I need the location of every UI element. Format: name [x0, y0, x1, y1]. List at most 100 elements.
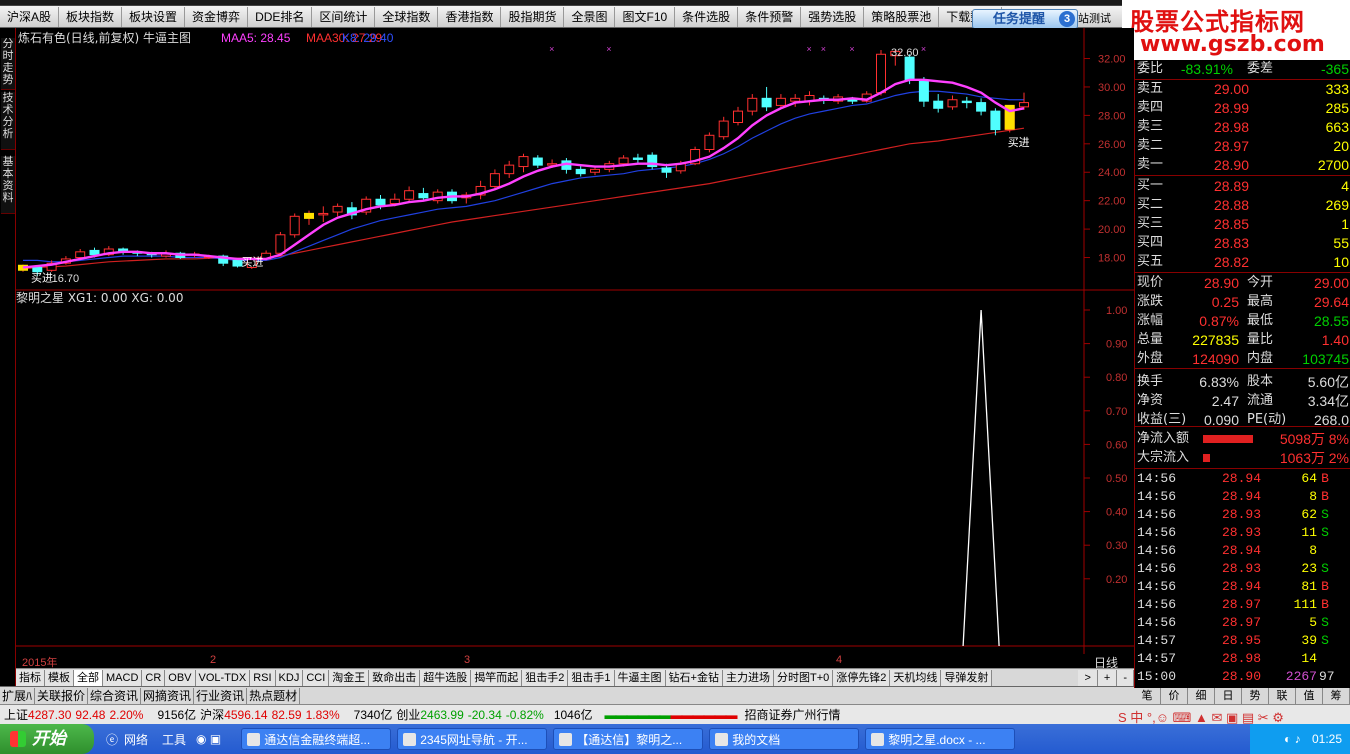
toolbar-item[interactable]: DDE排名 [248, 6, 313, 27]
taskbar-window[interactable]: 【通达信】黎明之... [553, 728, 704, 750]
quote-tab[interactable]: 日 [1215, 688, 1242, 704]
indicator-tab[interactable]: 天机均线 [890, 669, 942, 686]
info-tab[interactable]: 热点题材 [247, 687, 301, 704]
info-tab[interactable]: 关联报价 [35, 687, 89, 704]
indicator-tab[interactable]: CR [142, 669, 166, 686]
tab-control-button[interactable]: - [1117, 669, 1134, 686]
indicator-tab[interactable]: 致命出击 [369, 669, 421, 686]
indicator-tab[interactable]: 牛逼主图 [614, 669, 666, 686]
tray-icons[interactable]: ◐ ♪ [1284, 732, 1301, 746]
info-tab[interactable]: 综合资讯 [88, 687, 142, 704]
indicator-tab[interactable]: 狙击手1 [568, 669, 615, 686]
taskbar-window[interactable]: 我的文档 [709, 728, 860, 750]
quote-tab[interactable]: 联 [1269, 688, 1296, 704]
toolbar-overflow-item[interactable]: 站测试 [1078, 10, 1122, 28]
taskbar-window[interactable]: 通达信金融终端超... [241, 728, 392, 750]
bid-price[interactable]: 28.85 [1214, 215, 1249, 233]
toolbar-item[interactable]: 强势选股 [801, 6, 865, 27]
bid-price[interactable]: 28.89 [1214, 177, 1249, 195]
info-tab[interactable]: 扩展ﾊ [0, 687, 36, 704]
indicator-tab[interactable]: 导弹发射 [941, 669, 993, 686]
network-menu[interactable]: 网络 [124, 731, 148, 748]
broker-name: 招商证券广州行情 [744, 708, 841, 722]
stat-row: 涨幅 0.87% 最低 28.55 [1135, 312, 1350, 330]
bid-label: 买四 [1137, 235, 1164, 250]
tick-time: 14:56 [1137, 597, 1177, 612]
toolbar-item[interactable]: 全球指数 [375, 6, 439, 27]
toolbar-item[interactable]: 资金博弈 [185, 6, 249, 27]
taskbar-window[interactable]: 黎明之星.docx - ... [865, 728, 1016, 750]
flow-label: 净流入额 [1137, 431, 1190, 446]
indicator-tab[interactable]: 模板 [45, 669, 74, 686]
top-x-marker: × [821, 44, 826, 54]
tools-menu[interactable]: 工具 [162, 731, 186, 748]
toolbar-item[interactable]: 全景图 [564, 6, 616, 27]
toolbar-item[interactable]: 沪深A股 [0, 6, 60, 27]
indicator-tab[interactable]: OBV [165, 669, 196, 686]
indicator-tab[interactable]: 主力进场 [722, 669, 774, 686]
quote-tab[interactable]: 笔 [1134, 688, 1161, 704]
candle [647, 152, 658, 170]
info-tab[interactable]: 行业资讯 [194, 687, 248, 704]
toolbar-item[interactable]: 板块设置 [122, 6, 186, 27]
quote-panel: 委比 -83.91% 委差 -365 卖五 29.00 333 卖四 28.99 285 卖三 28.… [1134, 60, 1350, 688]
indicator-tab[interactable]: VOL-TDX [195, 669, 251, 686]
toolbar-item[interactable]: 条件预警 [738, 6, 802, 27]
ask-price[interactable]: 28.98 [1214, 118, 1249, 136]
stat-label-2: 最低 [1247, 313, 1274, 328]
indicator-tab[interactable]: 指标 [16, 669, 45, 686]
task-reminder-button[interactable]: 任务提醒 3 [972, 9, 1078, 29]
quote-tab[interactable]: 筹 [1323, 688, 1350, 704]
indicator-tab[interactable]: 揭竿而起 [471, 669, 523, 686]
toolbar-item[interactable]: 板块指数 [59, 6, 123, 27]
toolbar-item[interactable]: 策略股票池 [864, 6, 940, 27]
indicator-tab[interactable]: 狙击手2 [522, 669, 569, 686]
ask-price[interactable]: 28.90 [1214, 156, 1249, 174]
left-tab-2[interactable]: 基本资料 [1, 156, 15, 214]
top-x-marker: × [606, 44, 611, 54]
tick-side: B [1321, 489, 1329, 504]
sub-tick-label: 1.00 [1106, 305, 1127, 317]
taskbar-window[interactable]: 2345网址导航 - 开... [397, 728, 548, 750]
indicator-tab[interactable]: 钻石+金钻 [665, 669, 723, 686]
bid-price[interactable]: 28.83 [1214, 234, 1249, 252]
ask-price[interactable]: 29.00 [1214, 80, 1249, 98]
quote-tab[interactable]: 势 [1242, 688, 1269, 704]
quicklaunch-icons[interactable]: ◉ ▣ [196, 732, 221, 746]
indicator-tab[interactable]: 分时图T+0 [773, 669, 834, 686]
tab-control-button[interactable]: + [1097, 669, 1118, 686]
indicator-tab[interactable]: 涨停先锋2 [833, 669, 891, 686]
indicator-tab[interactable]: MACD [103, 669, 143, 686]
indicator-tab[interactable]: 全部 [74, 669, 103, 686]
start-button[interactable]: 开始 [0, 724, 94, 754]
tick-row: 14:57 28.95 39 S [1135, 632, 1350, 650]
kline-chart[interactable]: 32.00 30.00 28.00 26.00 24.00 22.00 20.00 18.00… [16, 28, 1134, 656]
toolbar-item[interactable]: 条件选股 [675, 6, 739, 27]
toolbar-item[interactable]: 香港指数 [438, 6, 502, 27]
weibi-row: 委比 -83.91% 委差 -365 [1135, 60, 1350, 78]
quote-tab[interactable]: 价 [1161, 688, 1188, 704]
bid-price[interactable]: 28.82 [1214, 253, 1249, 271]
indicator-tab[interactable]: 超牛选股 [420, 669, 472, 686]
left-tab-0[interactable]: 分时走势 [1, 38, 15, 90]
ie-icon[interactable]: ⓔ [106, 731, 118, 748]
toolbar-item[interactable]: 股指期货 [501, 6, 565, 27]
sub-tick-label: 0.80 [1106, 372, 1127, 384]
tab-control-button[interactable]: > [1078, 669, 1098, 686]
indicator-tab[interactable]: RSI [250, 669, 276, 686]
quote-tab[interactable]: 细 [1188, 688, 1215, 704]
ask-price[interactable]: 28.97 [1214, 137, 1249, 155]
indicator-tab[interactable]: KDJ [275, 669, 304, 686]
left-vertical-tabs: 分时走势技术分析基本资料 [0, 28, 16, 686]
left-tab-1[interactable]: 技术分析 [1, 92, 15, 150]
indicator-tab[interactable]: CCI [303, 669, 330, 686]
quote-tab[interactable]: 值 [1296, 688, 1323, 704]
toolbar-item[interactable]: 图文F10 [615, 6, 676, 27]
info-tab[interactable]: 网摘资讯 [141, 687, 195, 704]
ask-price[interactable]: 28.99 [1214, 99, 1249, 117]
bid-price[interactable]: 28.88 [1214, 196, 1249, 214]
sh-index-pct: 2.20% [109, 707, 144, 722]
indicator-tab[interactable]: 淘金王 [329, 669, 370, 686]
index-status-bar: 上证 4287.30 92.48 2.20% 9156亿 沪深 4596.14 … [0, 704, 1350, 725]
toolbar-item[interactable]: 区间统计 [312, 6, 376, 27]
